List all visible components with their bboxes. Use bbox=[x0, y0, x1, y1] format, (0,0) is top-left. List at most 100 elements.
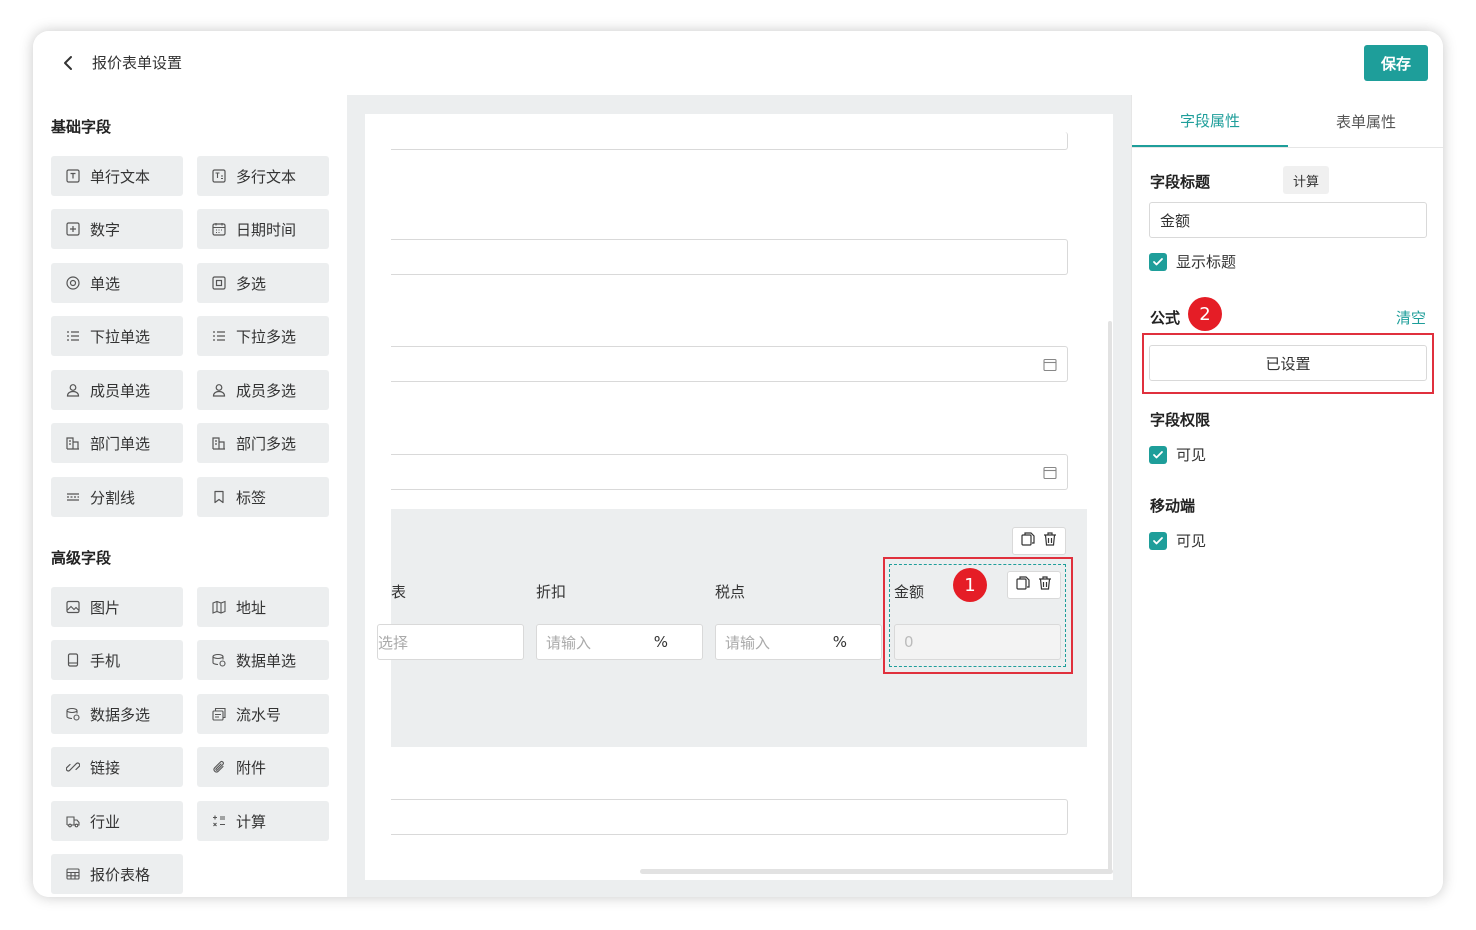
calculation-tag: 计算 bbox=[1283, 166, 1329, 194]
percent-suffix: % bbox=[832, 633, 847, 651]
show-title-checkbox[interactable]: 显示标题 bbox=[1149, 251, 1236, 272]
industry-icon bbox=[65, 813, 81, 829]
table-icon bbox=[65, 866, 81, 882]
field-label: 日期时间 bbox=[236, 220, 297, 239]
clear-formula-link[interactable]: 清空 bbox=[1396, 307, 1426, 328]
list-icon bbox=[65, 328, 81, 344]
header: 报价表单设置 保存 bbox=[33, 31, 1443, 95]
form-canvas: 表 折扣 税点 金额 选择 请输入 % 请输入 % 0 bbox=[365, 114, 1113, 880]
form-date-input[interactable] bbox=[391, 346, 1068, 382]
formula-label: 公式 bbox=[1150, 309, 1181, 327]
show-title-text: 显示标题 bbox=[1176, 253, 1237, 271]
field-label: 数字 bbox=[90, 220, 121, 239]
attachment-icon bbox=[211, 759, 227, 775]
field-label: 部门单选 bbox=[90, 434, 151, 453]
visible-text: 可见 bbox=[1176, 446, 1207, 464]
field-phone[interactable]: 手机 bbox=[51, 640, 183, 680]
field-data-single[interactable]: 数据单选 bbox=[197, 640, 329, 680]
user-icon bbox=[65, 382, 81, 398]
field-industry[interactable]: 行业 bbox=[51, 801, 183, 841]
field-department-multi[interactable]: 部门多选 bbox=[197, 423, 329, 463]
form-field-input[interactable] bbox=[391, 132, 1068, 150]
calendar-icon bbox=[211, 221, 227, 237]
mobile-label: 移动端 bbox=[1150, 497, 1196, 515]
department-icon bbox=[211, 435, 227, 451]
save-button[interactable]: 保存 bbox=[1364, 45, 1428, 81]
delete-icon[interactable] bbox=[1042, 531, 1058, 551]
field-label: 图片 bbox=[90, 598, 121, 617]
field-calculation[interactable]: 计算 bbox=[197, 801, 329, 841]
percent-suffix: % bbox=[653, 633, 668, 651]
form-date-input[interactable] bbox=[391, 454, 1068, 490]
discount-input[interactable]: 请输入 % bbox=[536, 624, 703, 660]
field-multi-line-text[interactable]: 多行文本 bbox=[197, 156, 329, 196]
field-single-choice[interactable]: 单选 bbox=[51, 263, 183, 303]
field-divider[interactable]: 分割线 bbox=[51, 477, 183, 517]
field-datetime[interactable]: 日期时间 bbox=[197, 209, 329, 249]
checkbox-icon bbox=[211, 275, 227, 291]
tax-input[interactable]: 请输入 % bbox=[715, 624, 882, 660]
field-serial-number[interactable]: 流水号 bbox=[197, 694, 329, 734]
database-icon bbox=[65, 706, 81, 722]
field-number[interactable]: 数字 bbox=[51, 209, 183, 249]
field-title-label: 字段标题 bbox=[1150, 173, 1211, 191]
serial-icon bbox=[211, 706, 227, 722]
field-label: 手机 bbox=[90, 651, 121, 670]
field-address[interactable]: 地址 bbox=[197, 587, 329, 627]
field-title-input[interactable]: 金额 bbox=[1149, 202, 1427, 238]
field-label: 单选 bbox=[90, 274, 121, 293]
back-arrow-icon[interactable] bbox=[59, 53, 79, 73]
field-link[interactable]: 链接 bbox=[51, 747, 183, 787]
field-label: 报价表格 bbox=[90, 865, 151, 884]
highlight-formula bbox=[1142, 333, 1434, 394]
form-field-input[interactable] bbox=[391, 799, 1068, 835]
table-actions bbox=[1012, 527, 1066, 555]
image-icon bbox=[65, 599, 81, 615]
table-column-header: 税点 bbox=[715, 583, 746, 601]
number-icon bbox=[65, 221, 81, 237]
field-dropdown-multi[interactable]: 下拉多选 bbox=[197, 316, 329, 356]
field-label: 流水号 bbox=[236, 705, 282, 724]
field-member-multi[interactable]: 成员多选 bbox=[197, 370, 329, 410]
visible-checkbox[interactable]: 可见 bbox=[1149, 444, 1206, 465]
field-dropdown-single[interactable]: 下拉单选 bbox=[51, 316, 183, 356]
calculator-icon bbox=[211, 813, 227, 829]
page-title: 报价表单设置 bbox=[92, 54, 183, 72]
field-department-single[interactable]: 部门单选 bbox=[51, 423, 183, 463]
field-label: 数据单选 bbox=[236, 651, 297, 670]
advanced-fields-title: 高级字段 bbox=[51, 549, 112, 567]
mobile-visible-checkbox[interactable]: 可见 bbox=[1149, 530, 1206, 551]
divider-icon bbox=[65, 489, 81, 505]
map-icon bbox=[211, 599, 227, 615]
copy-icon[interactable] bbox=[1020, 531, 1036, 551]
calendar-icon bbox=[1043, 465, 1057, 480]
form-field-input[interactable] bbox=[391, 239, 1068, 275]
field-member-single[interactable]: 成员单选 bbox=[51, 370, 183, 410]
tab-field-properties[interactable]: 字段属性 bbox=[1132, 95, 1288, 147]
tab-divider bbox=[1132, 147, 1443, 148]
field-label: 部门多选 bbox=[236, 434, 297, 453]
canvas-horizontal-scrollbar[interactable] bbox=[640, 869, 1113, 874]
field-attachment[interactable]: 附件 bbox=[197, 747, 329, 787]
field-data-multi[interactable]: 数据多选 bbox=[51, 694, 183, 734]
product-select[interactable]: 选择 bbox=[377, 624, 524, 660]
field-multi-choice[interactable]: 多选 bbox=[197, 263, 329, 303]
checked-icon bbox=[1149, 531, 1167, 550]
field-image[interactable]: 图片 bbox=[51, 587, 183, 627]
field-quote-table[interactable]: 报价表格 bbox=[51, 854, 183, 894]
field-palette: 基础字段 单行文本 多行文本 数字 日期时间 单选 多选 下拉单选 下拉多选 成… bbox=[33, 95, 347, 897]
field-label: 标签 bbox=[236, 488, 267, 507]
field-label: 链接 bbox=[90, 758, 121, 777]
field-single-line-text[interactable]: 单行文本 bbox=[51, 156, 183, 196]
tab-form-properties[interactable]: 表单属性 bbox=[1288, 95, 1443, 147]
list-icon bbox=[211, 328, 227, 344]
table-column-header: 折扣 bbox=[536, 583, 567, 601]
field-label: 下拉单选 bbox=[90, 327, 151, 346]
department-icon bbox=[65, 435, 81, 451]
bookmark-icon bbox=[211, 489, 227, 505]
canvas-vertical-scrollbar[interactable] bbox=[1108, 321, 1112, 871]
basic-fields-title: 基础字段 bbox=[51, 118, 112, 136]
field-tag[interactable]: 标签 bbox=[197, 477, 329, 517]
calendar-icon bbox=[1043, 357, 1057, 372]
step-badge-1: 1 bbox=[953, 568, 987, 602]
